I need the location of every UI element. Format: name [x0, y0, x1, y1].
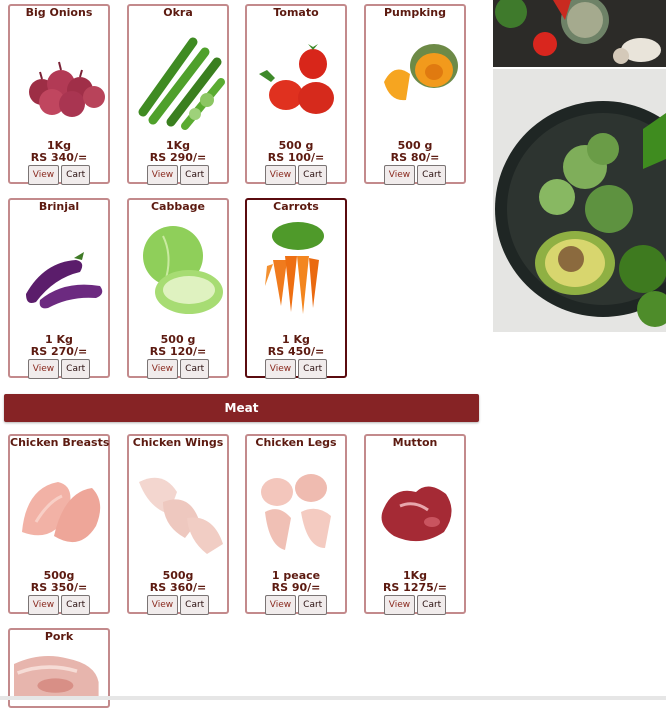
product-name: Chicken Breasts: [10, 436, 110, 449]
chicken-wings-image: [139, 477, 223, 554]
cart-button[interactable]: Cart: [61, 165, 91, 185]
product-card-okra: Okra 1Kg RS 290/= View Cart: [127, 4, 229, 185]
chicken-legs-image: [261, 474, 331, 550]
view-button[interactable]: View: [264, 595, 297, 615]
pumpking-image: [384, 44, 458, 101]
cart-button[interactable]: Cart: [61, 595, 91, 615]
product-name: Brinjal: [38, 200, 80, 213]
mutton-image: [381, 486, 452, 542]
cart-button[interactable]: Cart: [298, 165, 328, 185]
tomato-image: [259, 44, 334, 114]
product-card-big-onions: Big Onions 1Kg RS 340/= View Cart: [8, 4, 110, 185]
product-card-mutton: Mutton 1Kg RS 1275/= View Cart: [364, 434, 466, 615]
cart-button[interactable]: Cart: [61, 359, 91, 379]
product-name: Big Onions: [25, 6, 93, 19]
product-price: RS 100/=: [267, 151, 325, 164]
chicken-breasts-image: [22, 482, 101, 543]
carrots-image: [265, 222, 324, 314]
view-button[interactable]: View: [264, 165, 297, 185]
product-price: RS 350/=: [30, 581, 88, 594]
cart-button[interactable]: Cart: [417, 165, 447, 185]
view-button[interactable]: View: [146, 359, 179, 379]
product-price: RS 340/=: [30, 151, 88, 164]
pork-image: [14, 655, 99, 700]
product-card-chicken-wings: Chicken Wings 500g RS 360/= View Cart: [127, 434, 229, 615]
vegetables-bowl-photo: [493, 69, 666, 332]
big-onions-image: [29, 61, 105, 117]
product-price: RS 120/=: [149, 345, 207, 358]
view-button[interactable]: View: [146, 165, 179, 185]
product-card-chicken-legs: Chicken Legs 1 peace RS 90/= View Cart: [245, 434, 347, 615]
product-card-pumpking: Pumpking 500 g RS 80/= View Cart: [364, 4, 466, 185]
horizontal-scrollbar[interactable]: [0, 696, 666, 700]
product-price: RS 1275/=: [382, 581, 448, 594]
cart-button[interactable]: Cart: [298, 359, 328, 379]
product-price: RS 290/=: [149, 151, 207, 164]
product-name: Mutton: [392, 436, 438, 449]
product-card-cabbage: Cabbage 500 g RS 120/= View Cart: [127, 198, 229, 379]
view-button[interactable]: View: [27, 595, 60, 615]
view-button[interactable]: View: [264, 359, 297, 379]
cart-button[interactable]: Cart: [417, 595, 447, 615]
product-price: RS 80/=: [390, 151, 440, 164]
view-button[interactable]: View: [27, 359, 60, 379]
vegetables-banner-photo-top: [493, 0, 666, 67]
product-price: RS 450/=: [267, 345, 325, 358]
product-card-tomato: Tomato 500 g RS 100/= View Cart: [245, 4, 347, 185]
product-name: Tomato: [273, 6, 319, 19]
product-name: Chicken Wings: [132, 436, 224, 449]
product-card-chicken-breasts: Chicken Breasts 500g RS 350/= View Cart: [8, 434, 110, 615]
product-name: Cabbage: [150, 200, 205, 213]
cart-button[interactable]: Cart: [180, 165, 210, 185]
product-name: Chicken Legs: [255, 436, 337, 449]
view-button[interactable]: View: [27, 165, 60, 185]
view-button[interactable]: View: [383, 595, 416, 615]
product-card-brinjal: Brinjal 1 Kg RS 270/= View Cart: [8, 198, 110, 379]
cabbage-image: [143, 226, 223, 314]
cart-button[interactable]: Cart: [180, 359, 210, 379]
product-price: RS 270/=: [30, 345, 88, 358]
product-name: Pork: [44, 630, 74, 643]
product-name: Carrots: [273, 200, 319, 213]
product-price: RS 360/=: [149, 581, 207, 594]
product-card-carrots: Carrots 1 Kg RS 450/= View Cart: [245, 198, 347, 379]
view-button[interactable]: View: [383, 165, 416, 185]
meat-section-header: Meat: [4, 394, 479, 422]
product-price: RS 90/=: [271, 581, 321, 594]
product-name: Okra: [163, 6, 193, 19]
product-name: Pumpking: [383, 6, 447, 19]
cart-button[interactable]: Cart: [180, 595, 210, 615]
cart-button[interactable]: Cart: [298, 595, 328, 615]
brinjal-image: [26, 252, 103, 309]
view-button[interactable]: View: [146, 595, 179, 615]
okra-image: [138, 37, 225, 130]
